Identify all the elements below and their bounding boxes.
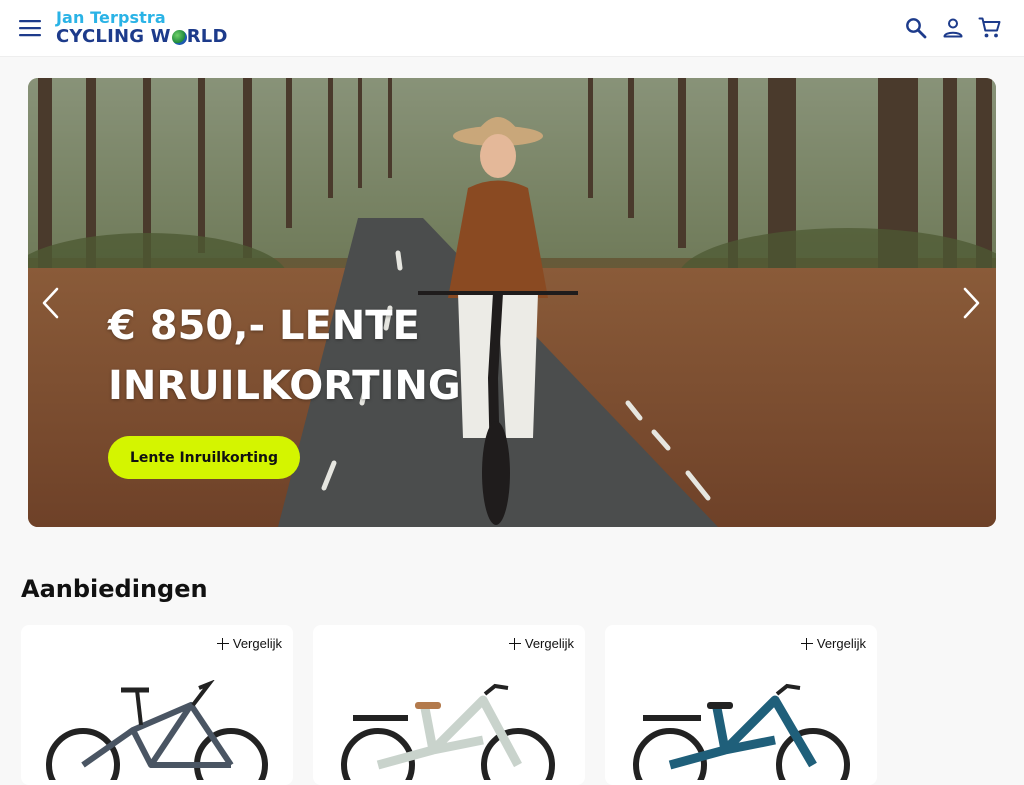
compare-toggle[interactable]: Vergelijk [216,636,282,651]
logo-line-2: CYCLING W RLD [56,27,236,47]
carousel-next-button[interactable] [956,285,986,321]
compare-toggle[interactable]: Vergelijk [508,636,574,651]
account-button[interactable] [941,14,965,42]
product-card[interactable]: Vergelijk [21,625,293,785]
search-button[interactable] [904,14,928,42]
hero-banner[interactable]: € 850,- LENTE INRUILKORTING Lente Inruil… [28,78,996,527]
menu-button[interactable] [16,14,44,42]
plus-icon [508,637,521,650]
cart-button[interactable] [978,14,1002,42]
chevron-right-icon [963,287,980,319]
compare-label: Vergelijk [524,636,574,651]
site-logo[interactable]: Jan Terpstra CYCLING W RLD [56,8,236,50]
hero-cta-button[interactable]: Lente Inruilkorting [108,436,301,479]
compare-toggle[interactable]: Vergelijk [800,636,866,651]
globe-icon [171,29,187,45]
search-icon [906,18,927,39]
logo-line-2-b: RLD [186,26,228,47]
bike-image [46,680,268,780]
bike-image [341,683,555,780]
product-card[interactable]: Vergelijk [605,625,877,785]
plus-icon [800,637,813,650]
carousel-prev-button[interactable] [36,285,66,321]
account-icon [943,18,963,38]
section-title-offers: Aanbiedingen [21,575,208,603]
hero-title: € 850,- LENTE INRUILKORTING [108,303,461,409]
site-header: Jan Terpstra CYCLING W RLD [0,0,1024,57]
chevron-left-icon [42,287,59,319]
cart-icon [978,17,1001,38]
menu-icon [19,20,41,37]
plus-icon [216,637,229,650]
logo-line-1: Jan Terpstra [56,8,166,27]
bike-image [633,683,850,780]
logo-line-2-a: CYCLING W [56,26,171,47]
header-actions [904,14,1002,42]
compare-label: Vergelijk [816,636,866,651]
product-card-list: Vergelijk Vergelijk Vergelijk [21,625,877,785]
product-card[interactable]: Vergelijk [313,625,585,785]
compare-label: Vergelijk [232,636,282,651]
